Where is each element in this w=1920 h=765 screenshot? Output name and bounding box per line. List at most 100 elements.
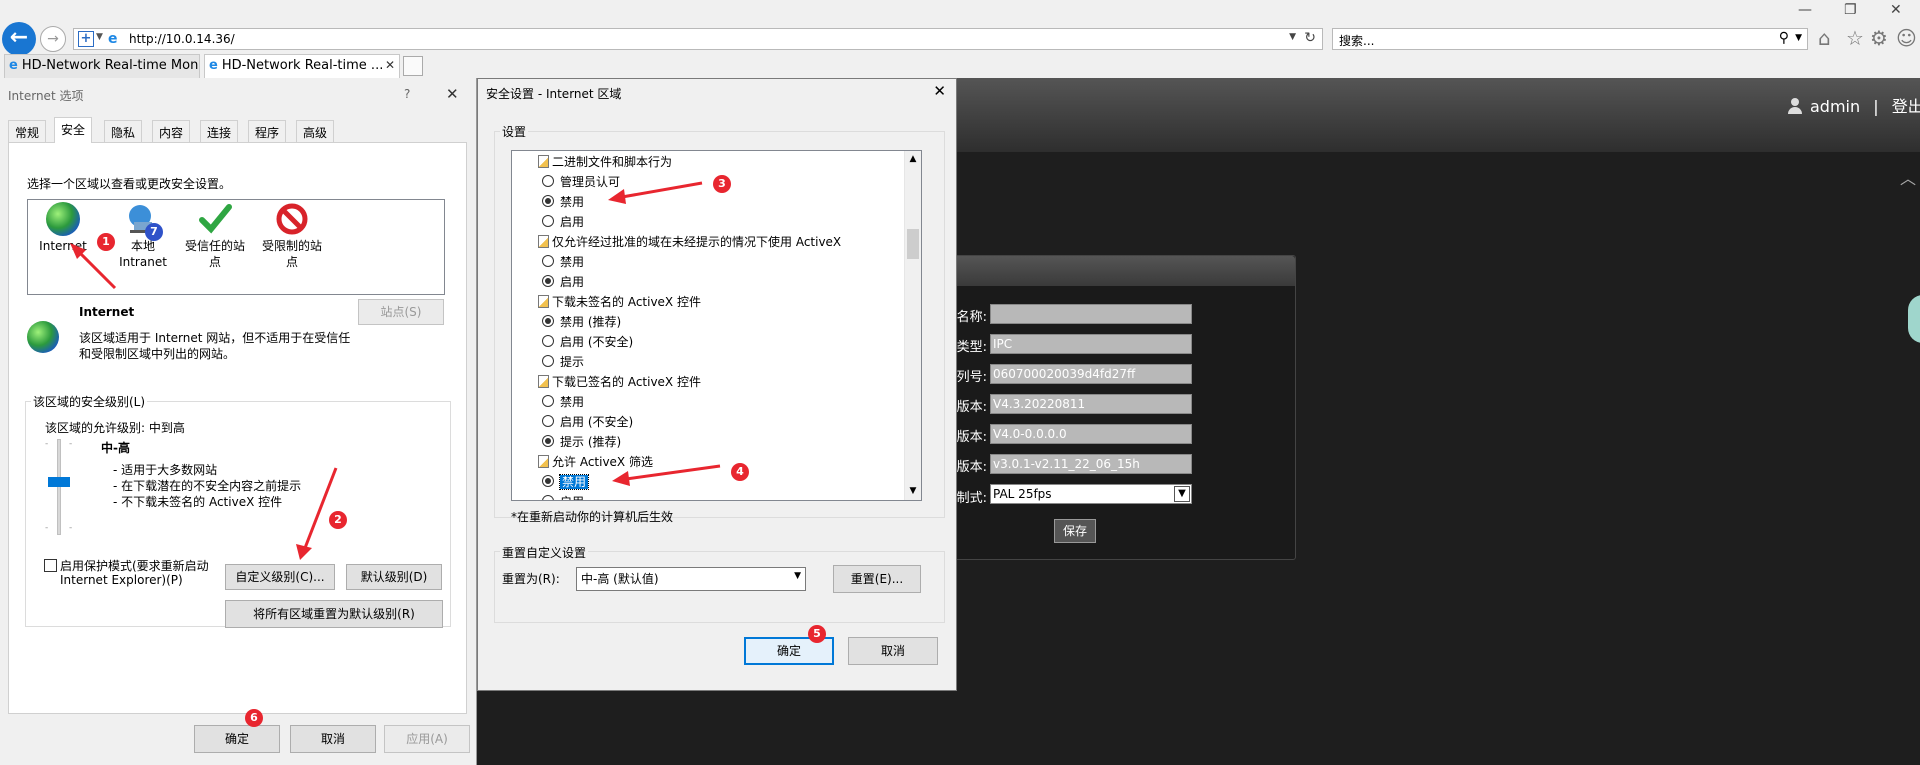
- zone-internet[interactable]: Internet: [36, 200, 90, 254]
- annotation-badge-4: 4: [731, 463, 749, 481]
- reset-all-zones-button[interactable]: 将所有区域重置为默认级别(R): [225, 600, 443, 628]
- apply-button[interactable]: 应用(A): [384, 725, 470, 753]
- zone-label: 点: [208, 255, 221, 269]
- cancel-button[interactable]: 取消: [848, 637, 938, 665]
- logout-link[interactable]: 登出: [1892, 97, 1920, 116]
- radio-button[interactable]: [542, 495, 554, 500]
- security-slider-thumb[interactable]: [48, 477, 70, 487]
- close-window-icon[interactable]: ✕: [1890, 2, 1902, 18]
- search-box[interactable]: 搜索... ⚲ ▼: [1332, 28, 1808, 50]
- zone-restricted-sites[interactable]: 受限制的站 点: [256, 200, 328, 270]
- home-icon[interactable]: ⌂: [1818, 26, 1831, 50]
- radio-button[interactable]: [542, 175, 554, 187]
- address-dropdown-icon[interactable]: ▼: [1289, 32, 1296, 42]
- radio-button[interactable]: [542, 395, 554, 407]
- sites-button[interactable]: 站点(S): [358, 299, 444, 325]
- protected-mode-checkbox[interactable]: [44, 559, 57, 572]
- setting-label: 禁用: [560, 255, 585, 269]
- chevron-down-icon[interactable]: ▼: [794, 571, 801, 581]
- setting-option[interactable]: 禁用 (推荐): [534, 313, 621, 330]
- slider-tick: -: [45, 439, 49, 449]
- setting-option[interactable]: 提示: [534, 353, 584, 370]
- setting-option[interactable]: 禁用: [534, 393, 584, 410]
- reset-to-select[interactable]: 中-高 (默认值) ▼: [576, 567, 806, 591]
- smiley-icon[interactable]: ☺: [1896, 26, 1917, 50]
- cancel-button[interactable]: 取消: [290, 725, 376, 753]
- restore-icon[interactable]: ❐: [1844, 2, 1857, 18]
- settings-scrollbar[interactable]: ▲ ▼: [904, 151, 921, 500]
- radio-button[interactable]: [542, 215, 554, 227]
- radio-button[interactable]: [542, 335, 554, 347]
- settings-gear-icon[interactable]: ⚙: [1870, 26, 1888, 50]
- setting-option[interactable]: 启用: [534, 213, 584, 230]
- chevron-down-icon[interactable]: ▼: [1174, 486, 1190, 502]
- setting-label: 禁用: [558, 474, 590, 490]
- minimize-icon[interactable]: —: [1798, 2, 1812, 18]
- setting-option[interactable]: 禁用: [534, 473, 590, 490]
- close-tab-icon[interactable]: ✕: [385, 58, 395, 72]
- tab-label: HD-Network Real-time ...: [221, 58, 384, 73]
- scroll-up-icon[interactable]: ▲: [905, 151, 921, 168]
- browser-tab-2[interactable]: e HD-Network Real-time ... ✕: [204, 54, 400, 78]
- custom-level-button[interactable]: 自定义级别(C)...: [225, 564, 335, 590]
- scroll-thumb[interactable]: [907, 229, 919, 259]
- radio-button[interactable]: [542, 195, 554, 207]
- search-input[interactable]: 搜索...: [1339, 32, 1374, 49]
- chevron-up-icon[interactable]: ︿: [1900, 165, 1916, 189]
- video-format-select[interactable]: PAL 25fps ▼: [990, 484, 1192, 504]
- setting-option[interactable]: 禁用: [534, 193, 584, 210]
- setting-option[interactable]: 启用 (不安全): [534, 413, 633, 430]
- address-bar[interactable]: + ▼ e http://10.0.14.36/ ▼ ↻: [73, 28, 1323, 50]
- tab-programs[interactable]: 程序: [248, 120, 287, 142]
- security-slider-track[interactable]: [57, 439, 61, 535]
- radio-button[interactable]: [542, 435, 554, 447]
- tab-connections[interactable]: 连接: [200, 120, 239, 142]
- radio-button[interactable]: [542, 475, 554, 487]
- close-icon[interactable]: ✕: [446, 85, 459, 103]
- setting-option[interactable]: 启用 (不安全): [534, 333, 633, 350]
- default-level-button[interactable]: 默认级别(D): [346, 564, 442, 590]
- scroll-down-icon[interactable]: ▼: [905, 483, 921, 500]
- close-icon[interactable]: ✕: [933, 82, 946, 100]
- search-dropdown-icon[interactable]: ▼: [1795, 33, 1802, 43]
- zone-local-intranet[interactable]: 本地 Intranet: [108, 200, 178, 270]
- help-button[interactable]: ?: [404, 87, 410, 101]
- url-text[interactable]: http://10.0.14.36/: [129, 32, 235, 46]
- chevron-down-icon[interactable]: ▼: [96, 32, 103, 42]
- radio-button[interactable]: [542, 355, 554, 367]
- tab-general[interactable]: 常规: [8, 120, 47, 142]
- radio-button[interactable]: [542, 315, 554, 327]
- browser-tab-1[interactable]: e HD-Network Real-time Mon...: [4, 54, 200, 78]
- forward-button[interactable]: →: [40, 26, 66, 52]
- device-name-field[interactable]: [990, 304, 1192, 324]
- zone-list[interactable]: Internet 本地 Intranet 受信任的站 点 受限制的站 点: [27, 199, 445, 295]
- back-button[interactable]: ←: [2, 22, 36, 56]
- radio-button[interactable]: [542, 275, 554, 287]
- save-button[interactable]: 保存: [1054, 519, 1096, 543]
- compat-plus-icon[interactable]: +: [78, 31, 94, 47]
- annotation-badge-5: 5: [808, 625, 826, 643]
- globe-icon: [27, 321, 59, 353]
- side-handle[interactable]: [1908, 295, 1920, 343]
- setting-option[interactable]: 启用: [534, 273, 584, 290]
- refresh-icon[interactable]: ↻: [1304, 30, 1316, 46]
- settings-list[interactable]: 二进制文件和脚本行为 管理员认可 禁用 启用 仅允许经过批准的域在未经提示的情况下使用 …: [511, 150, 922, 501]
- setting-option[interactable]: 启用: [534, 493, 584, 500]
- radio-button[interactable]: [542, 415, 554, 427]
- tab-content[interactable]: 内容: [152, 120, 191, 142]
- search-icon[interactable]: ⚲: [1779, 30, 1789, 46]
- tab-privacy[interactable]: 隐私: [104, 120, 143, 142]
- setting-option[interactable]: 禁用: [534, 253, 584, 270]
- setting-option[interactable]: 提示 (推荐): [534, 433, 621, 450]
- ok-button[interactable]: 确定: [194, 725, 280, 753]
- setting-option[interactable]: 管理员认可: [534, 173, 620, 190]
- zone-trusted-sites[interactable]: 受信任的站 点: [180, 200, 250, 270]
- reset-button[interactable]: 重置(E)...: [833, 565, 921, 593]
- tab-security[interactable]: 安全: [54, 117, 93, 143]
- tab-advanced[interactable]: 高级: [296, 120, 335, 142]
- favorites-star-icon[interactable]: ☆: [1846, 26, 1864, 50]
- group-title: 该区域的安全级别(L): [31, 393, 148, 410]
- new-tab-button[interactable]: [403, 56, 423, 76]
- radio-button[interactable]: [542, 255, 554, 267]
- user-area: admin | 登出: [1788, 93, 1920, 117]
